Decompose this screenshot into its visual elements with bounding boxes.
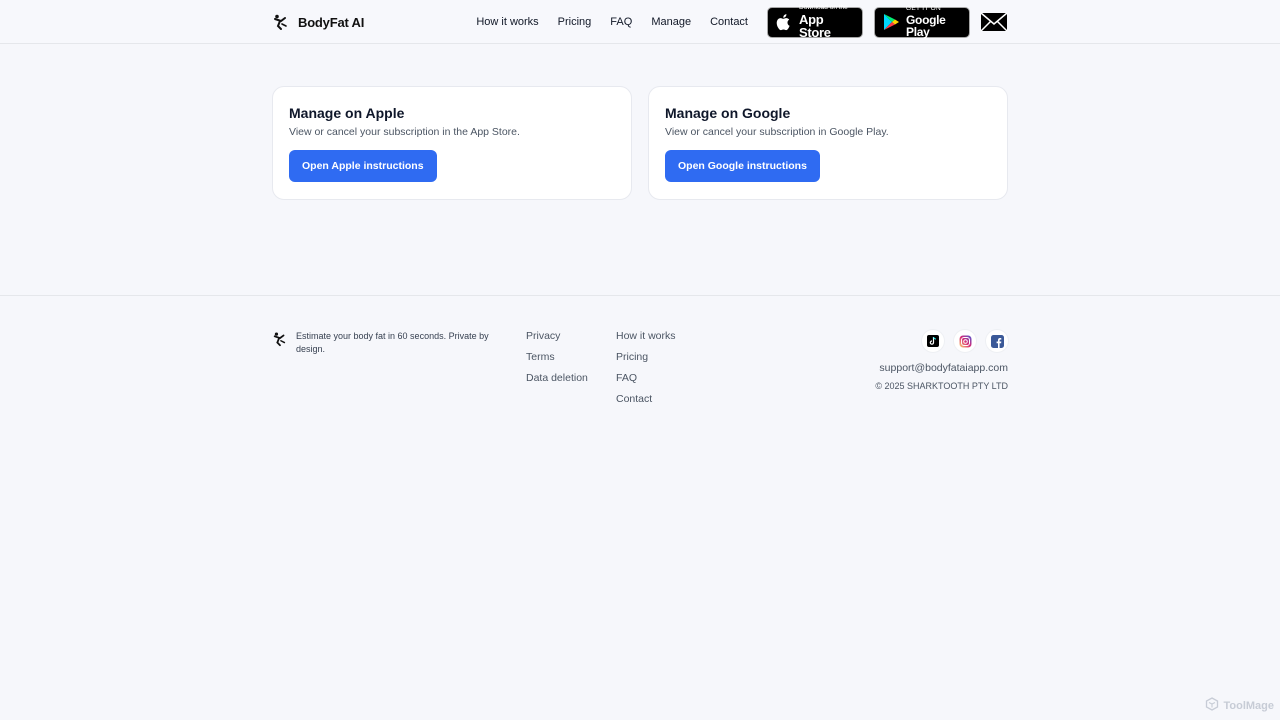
- support-email[interactable]: support@bodyfataiapp.com: [879, 362, 1008, 374]
- open-google-instructions-button[interactable]: Open Google instructions: [665, 150, 820, 182]
- google-card-title: Manage on Google: [665, 105, 791, 121]
- watermark-text: ToolMage: [1223, 699, 1274, 712]
- footer-site-links: How it works Pricing FAQ Contact: [616, 330, 676, 414]
- google-play-icon: [881, 12, 901, 32]
- footer-logo-icon: [272, 331, 288, 347]
- google-card: Manage on Google View or cancel your sub…: [648, 86, 1008, 200]
- copyright: © 2025 SHARKTOOTH PTY LTD: [875, 381, 1008, 391]
- app-store-small: Download on the: [799, 4, 848, 12]
- brand-name: BodyFat AI: [298, 14, 365, 30]
- watermark: ToolMage: [1205, 697, 1274, 714]
- google-play-text: GET IT ON Google Play: [906, 6, 962, 38]
- site-footer: Estimate your body fat in 60 seconds. Pr…: [0, 295, 1280, 414]
- apple-card-title: Manage on Apple: [289, 105, 405, 121]
- nav-contact[interactable]: Contact: [710, 16, 748, 28]
- manage-cards: Manage on Apple View or cancel your subs…: [272, 86, 1008, 200]
- nav-pricing[interactable]: Pricing: [558, 16, 592, 28]
- mail-icon[interactable]: [980, 11, 1008, 33]
- brand-link[interactable]: BodyFat AI: [272, 13, 364, 31]
- tiktok-icon[interactable]: [922, 330, 944, 352]
- footer-link-contact[interactable]: Contact: [616, 393, 676, 406]
- main-nav: How it works Pricing FAQ Manage Contact …: [476, 5, 1008, 39]
- nav-faq[interactable]: FAQ: [610, 16, 632, 28]
- watermark-logo-icon: [1205, 697, 1219, 714]
- apple-card: Manage on Apple View or cancel your subs…: [272, 86, 632, 200]
- app-store-text: Download on the App Store: [799, 5, 855, 39]
- footer-link-pricing[interactable]: Pricing: [616, 351, 676, 364]
- google-play-badge[interactable]: GET IT ON Google Play: [874, 6, 970, 38]
- social-links: [922, 330, 1008, 352]
- footer-inner: Estimate your body fat in 60 seconds. Pr…: [272, 296, 1008, 414]
- apple-card-desc: View or cancel your subscription in the …: [289, 126, 520, 138]
- nav-how-it-works[interactable]: How it works: [476, 16, 538, 28]
- footer-brand: Estimate your body fat in 60 seconds. Pr…: [272, 330, 526, 414]
- open-apple-instructions-button[interactable]: Open Apple instructions: [289, 150, 437, 182]
- google-card-desc: View or cancel your subscription in Goog…: [665, 126, 889, 138]
- app-store-big: App Store: [799, 11, 831, 40]
- google-play-big: Google Play: [906, 12, 946, 39]
- google-play-small: GET IT ON: [906, 5, 941, 13]
- app-store-badge[interactable]: Download on the App Store: [767, 5, 863, 39]
- instagram-icon[interactable]: [954, 330, 976, 352]
- footer-tagline: Estimate your body fat in 60 seconds. Pr…: [296, 331, 489, 354]
- facebook-icon[interactable]: [986, 330, 1008, 352]
- apple-icon: [774, 12, 794, 32]
- footer-link-how-it-works[interactable]: How it works: [616, 330, 676, 343]
- header-inner: BodyFat AI How it works Pricing FAQ Mana…: [272, 0, 1008, 44]
- footer-legal-links: Privacy Terms Data deletion: [526, 330, 616, 414]
- brand-logo-icon: [272, 13, 290, 31]
- footer-link-terms[interactable]: Terms: [526, 351, 616, 364]
- footer-right: support@bodyfataiapp.com © 2025 SHARKTOO…: [875, 330, 1008, 414]
- site-header: BodyFat AI How it works Pricing FAQ Mana…: [0, 0, 1280, 44]
- footer-link-faq[interactable]: FAQ: [616, 372, 676, 385]
- nav-manage[interactable]: Manage: [651, 16, 691, 28]
- footer-link-data-deletion[interactable]: Data deletion: [526, 372, 616, 385]
- footer-link-privacy[interactable]: Privacy: [526, 330, 616, 343]
